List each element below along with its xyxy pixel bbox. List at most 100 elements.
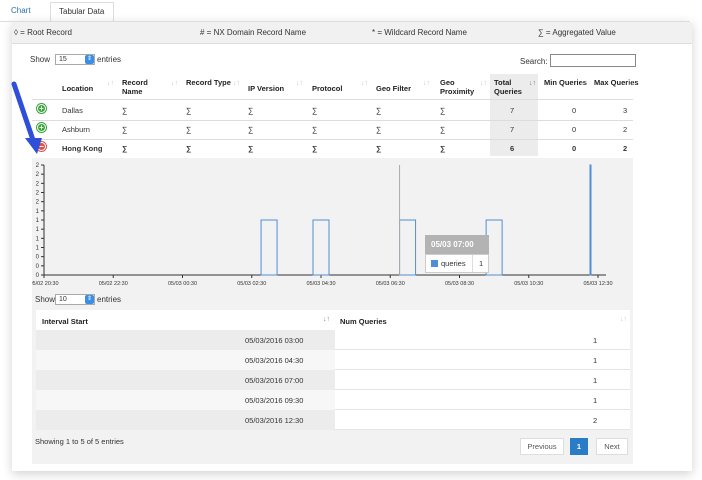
page-size-value: 15 — [59, 56, 67, 63]
cell-geo-filter: ∑ — [376, 125, 382, 134]
x-tick-label: 05/03 02:30 — [237, 281, 266, 287]
cell-ip-version: ∑ — [248, 144, 254, 153]
outer-col-record-type[interactable]: Record Type — [186, 78, 232, 87]
cell-record-type: ∑ — [186, 106, 192, 115]
x-tick-label: 05/02 22:30 — [99, 281, 128, 287]
table-row — [36, 410, 630, 430]
y-tick-label: 2 — [36, 163, 40, 169]
cell-interval-start: 05/03/2016 07:00 — [245, 376, 304, 385]
tab-tabular-data[interactable]: Tabular Data — [50, 2, 114, 22]
legend-nx: # = NX Domain Record Name — [200, 28, 307, 37]
chart-bar[interactable] — [399, 219, 417, 276]
tooltip-label: queries — [441, 259, 466, 268]
y-tick-label: 1 — [36, 236, 40, 242]
y-tick-label: 2 — [36, 181, 40, 187]
cell-protocol: ∑ — [312, 125, 318, 134]
cell-min: 0 — [572, 106, 577, 115]
inner-show-label: Show — [35, 295, 56, 304]
legend-aggregated: ∑ = Aggregated Value — [538, 28, 616, 37]
num-cell-bg — [335, 350, 630, 370]
cell-geo-filter: ∑ — [376, 106, 382, 115]
x-tick-label: 05/02 20:30 — [32, 281, 59, 287]
cell-record-name: ∑ — [122, 125, 128, 134]
tab-bar: Chart Tabular Data — [0, 0, 702, 22]
inner-col-interval[interactable]: Interval Start — [42, 317, 88, 326]
cell-min: 0 — [572, 125, 577, 134]
legend-bar: ◊ = Root Record # = NX Domain Record Nam… — [12, 22, 692, 44]
y-tick-label: 0 — [36, 273, 40, 279]
sort-icon[interactable]: ↓↑ — [423, 80, 430, 87]
cell-num-queries: 1 — [593, 396, 598, 405]
cell-max: 3 — [623, 106, 628, 115]
tab-chart[interactable]: Chart — [3, 2, 39, 22]
inner-entries-label: entries — [97, 295, 122, 304]
sort-asc-icon[interactable]: ↓↑ — [323, 316, 330, 323]
cell-protocol: ∑ — [312, 106, 318, 115]
table-row — [36, 390, 630, 410]
cell-total: 6 — [510, 144, 515, 153]
annotation-arrow-icon — [11, 81, 42, 154]
y-tick-label: 0 — [36, 255, 40, 261]
page-size-select[interactable]: 15 ⇕ — [55, 54, 95, 65]
entries-label: entries — [97, 55, 122, 64]
show-label: Show — [30, 55, 51, 64]
x-tick-label: 05/03 10:30 — [514, 281, 543, 287]
inner-col-num[interactable]: Num Queries — [340, 317, 387, 326]
sort-icon[interactable]: ↓↑ — [529, 80, 536, 87]
sort-icon[interactable]: ↓↑ — [620, 316, 627, 323]
y-tick-label: 2 — [36, 191, 40, 197]
search-label: Search: — [520, 57, 548, 66]
select-arrow-icon: ⇕ — [85, 55, 94, 64]
row-divider — [32, 120, 633, 121]
x-tick-label: 05/03 04:30 — [306, 281, 335, 287]
outer-col-ip-version[interactable]: IP Version — [248, 84, 294, 93]
cell-geo-filter: ∑ — [376, 144, 382, 153]
cell-num-queries: 1 — [593, 336, 598, 345]
sort-icon[interactable]: ↓↑ — [627, 80, 634, 87]
cell-ip-version: ∑ — [248, 125, 254, 134]
tooltip-value: 1 — [472, 255, 483, 272]
x-tick-label: 05/03 08:30 — [445, 281, 474, 287]
cell-interval-start: 05/03/2016 12:30 — [245, 416, 304, 425]
x-tick-label: 05/03 00:30 — [168, 281, 197, 287]
outer-col-protocol[interactable]: Protocol — [312, 84, 358, 93]
inner-page-size-select[interactable]: 10 ⇕ — [55, 294, 95, 305]
table-row — [36, 330, 630, 350]
cell-num-queries: 1 — [593, 356, 598, 365]
next-button[interactable]: Next — [596, 438, 628, 455]
sort-icon[interactable]: ↓↑ — [480, 80, 487, 87]
search-input[interactable] — [550, 54, 636, 67]
tooltip-title: 05/03 07:00 — [425, 235, 489, 254]
y-tick-label: 0 — [36, 264, 40, 270]
x-tick-label: 05/03 12:30 — [583, 281, 612, 287]
legend-root: ◊ = Root Record — [14, 28, 72, 37]
sort-icon[interactable]: ↓↑ — [296, 80, 303, 87]
sort-icon[interactable]: ↓↑ — [107, 80, 114, 87]
tooltip-swatch — [431, 260, 438, 267]
table-row — [36, 350, 630, 370]
outer-col-location[interactable]: Location — [62, 84, 108, 93]
y-tick-label: 1 — [36, 209, 40, 215]
inner-select-arrow-icon: ⇕ — [85, 295, 94, 304]
cell-protocol: ∑ — [312, 144, 318, 153]
cell-total: 7 — [510, 125, 515, 134]
sort-icon[interactable]: ↓↑ — [171, 80, 178, 87]
chart-bar[interactable] — [589, 164, 592, 276]
previous-button[interactable]: Previous — [520, 438, 564, 455]
sort-icon[interactable]: ↓↑ — [361, 80, 368, 87]
chart-bar[interactable] — [260, 219, 278, 276]
chart-bar[interactable] — [312, 219, 330, 276]
page-1-button[interactable]: 1 — [570, 438, 588, 455]
cell-num-queries: 1 — [593, 376, 598, 385]
num-cell-bg — [335, 370, 630, 390]
outer-col-record-name[interactable]: Record Name — [122, 78, 168, 96]
outer-col-geo-filter[interactable]: Geo Filter — [376, 84, 422, 93]
sort-icon[interactable]: ↓↑ — [580, 80, 587, 87]
x-tick-label: 05/03 06:30 — [376, 281, 405, 287]
cell-ip-version: ∑ — [248, 106, 254, 115]
sort-icon[interactable]: ↓↑ — [233, 80, 240, 87]
cell-num-queries: 2 — [593, 416, 598, 425]
cell-geo-proximity: ∑ — [440, 144, 446, 153]
chart-tooltip: 05/03 07:00 queries 1 — [425, 235, 489, 275]
y-tick-label: 2 — [36, 200, 40, 206]
